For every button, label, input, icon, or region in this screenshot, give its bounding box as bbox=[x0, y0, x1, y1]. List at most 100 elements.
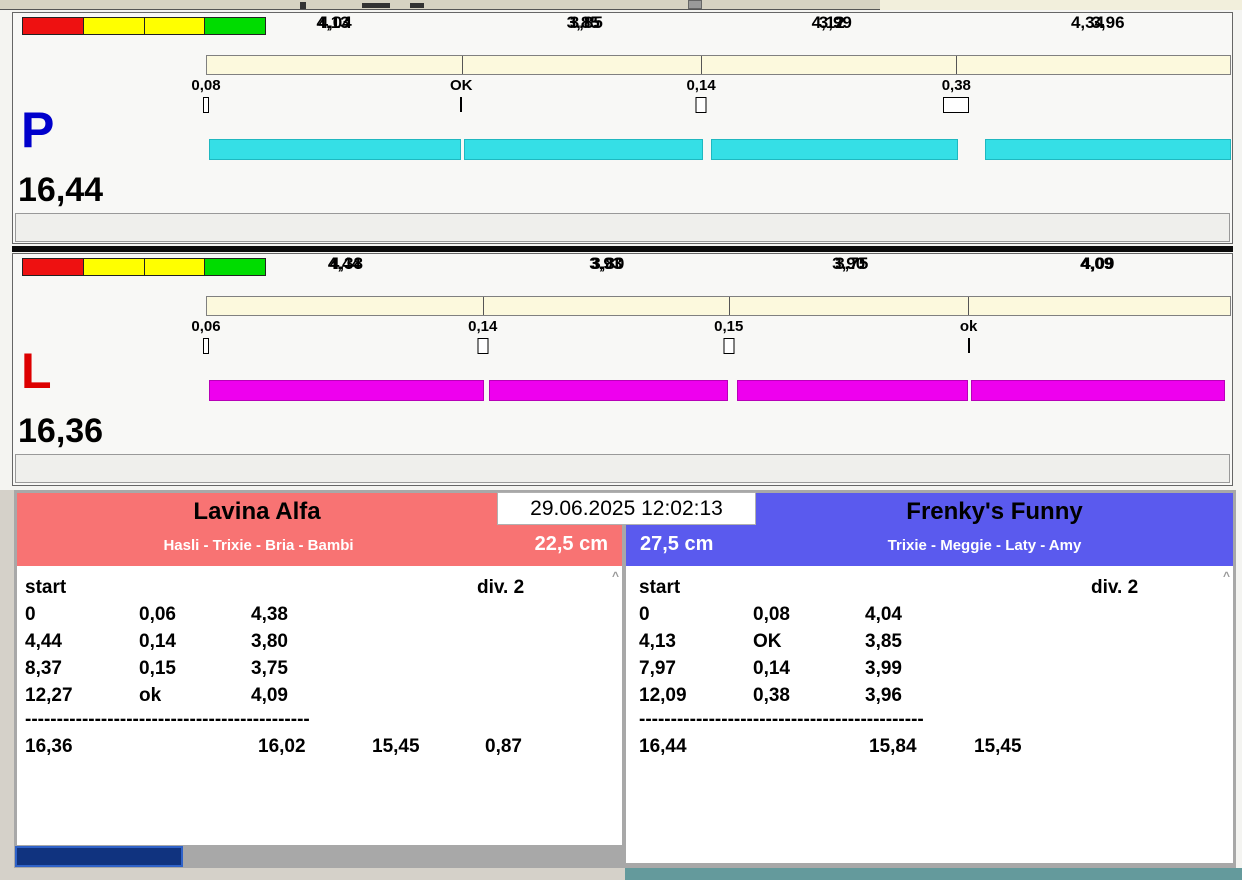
result-row: 7,97 0,14 3,99 bbox=[639, 655, 1229, 682]
team-left-panel: Lavina Alfa Hasli - Trixie - Bria - Bamb… bbox=[17, 493, 622, 845]
dog-time: 4,09 bbox=[251, 684, 288, 706]
taskbar-button-fragment[interactable] bbox=[15, 846, 183, 867]
dog-time-bar bbox=[488, 380, 728, 401]
dog-time-bar bbox=[711, 139, 959, 160]
lane-p-total-time: 16,44 bbox=[18, 171, 104, 209]
dog-time-bar bbox=[985, 139, 1231, 160]
traffic-light-yellow1-cell bbox=[82, 258, 145, 276]
change-time-label: 0,14 bbox=[686, 77, 716, 94]
dog-time-label: 3,99 bbox=[818, 13, 852, 32]
division-label: div. 2 bbox=[477, 576, 525, 598]
dog-time: 3,80 bbox=[251, 630, 288, 652]
dog-time-bar bbox=[464, 139, 704, 160]
lane-l-total-time: 16,36 bbox=[18, 412, 104, 450]
results-header-row: start div. 2 bbox=[25, 574, 618, 601]
team-results-area: Lavina Alfa Hasli - Trixie - Bria - Bamb… bbox=[14, 490, 1236, 868]
change-marker-box bbox=[943, 97, 970, 113]
background-button-fragment bbox=[688, 0, 702, 9]
lane-p-letter: P bbox=[21, 102, 55, 158]
cumulative-time: 4,13 bbox=[639, 630, 676, 652]
change-marker-line bbox=[460, 97, 463, 112]
dog-time-label: 3,80 bbox=[591, 254, 625, 273]
traffic-light-red-cell bbox=[22, 258, 84, 276]
bar-divider bbox=[461, 56, 463, 74]
result-row: 4,44 0,14 3,80 bbox=[25, 628, 618, 655]
change-time: 0,08 bbox=[753, 603, 790, 625]
change-time-label: 0,06 bbox=[191, 318, 221, 335]
bar-divider bbox=[701, 56, 703, 74]
dog-time-label: 3,96 bbox=[1091, 13, 1125, 32]
cumulative-time: 8,37 bbox=[25, 657, 62, 679]
team-right-results: start div. 2 0 0,08 4,04 4,13 OK 3,85 7,… bbox=[626, 566, 1233, 863]
diff-time: 0,87 bbox=[485, 735, 522, 757]
lane-p-bar-area: 4,13 3,85 4,12 4,34 0,08 OK 0,14 0,38 4,… bbox=[191, 13, 1231, 243]
traffic-light-red-cell bbox=[22, 17, 84, 35]
change-time: 0,15 bbox=[139, 657, 176, 679]
lane-l-panel: 4,44 3,93 3,90 4,09 0,06 0,14 0,15 ok 4,… bbox=[12, 253, 1233, 486]
team-left-members: Hasli - Trixie - Bria - Bambi bbox=[163, 537, 354, 554]
dog-time-label: 4,09 bbox=[1081, 254, 1115, 273]
change-marker-box bbox=[203, 97, 209, 113]
dog-time: 3,85 bbox=[865, 630, 902, 652]
team-right-panel: Frenky's Funny Trixie - Meggie - Laty - … bbox=[626, 493, 1233, 863]
change-time: 0,14 bbox=[753, 657, 790, 679]
change-marker-box bbox=[695, 97, 707, 113]
dog-time-label: 3,85 bbox=[566, 13, 600, 32]
lane-l-bar-area: 4,44 3,93 3,90 4,09 0,06 0,14 0,15 ok 4,… bbox=[191, 254, 1231, 485]
lane-separator-bar bbox=[12, 246, 1233, 252]
datetime-display: 29.06.2025 12:02:13 bbox=[497, 492, 756, 525]
bar-divider bbox=[728, 297, 730, 315]
change-time-label: ok bbox=[959, 318, 978, 335]
result-row: 0 0,06 4,38 bbox=[25, 601, 618, 628]
traffic-light-yellow1-cell bbox=[82, 17, 145, 35]
result-row: 12,09 0,38 3,96 bbox=[639, 682, 1229, 709]
totals-row: 16,36 16,02 15,45 0,87 bbox=[25, 733, 618, 760]
lane-p-empty-strip bbox=[15, 213, 1230, 242]
result-row: 0 0,08 4,04 bbox=[639, 601, 1229, 628]
lane-l-total-bar bbox=[206, 296, 1231, 316]
scroll-up-icon[interactable]: ^ bbox=[1223, 570, 1230, 582]
left-margin bbox=[0, 490, 14, 880]
dog-time-bar bbox=[209, 139, 462, 160]
dog-time: 3,96 bbox=[865, 684, 902, 706]
dog-time: 3,99 bbox=[865, 657, 902, 679]
dog-time-bar bbox=[970, 380, 1225, 401]
start-label: start bbox=[639, 576, 681, 598]
division-label: div. 2 bbox=[1091, 576, 1139, 598]
total-time: 16,44 bbox=[639, 735, 687, 757]
team-right-name: Frenky's Funny bbox=[906, 498, 1083, 525]
bottom-strip-right bbox=[625, 868, 1242, 880]
net-time: 15,84 bbox=[869, 735, 917, 757]
dog-time: 4,38 bbox=[251, 603, 288, 625]
change-time-label: 0,15 bbox=[714, 318, 744, 335]
dog-time: 4,04 bbox=[865, 603, 902, 625]
team-right-jump-height: 27,5 cm bbox=[640, 533, 714, 555]
result-row: 4,13 OK 3,85 bbox=[639, 628, 1229, 655]
change-time: 0,06 bbox=[139, 603, 176, 625]
change-marker-box bbox=[203, 338, 209, 354]
lane-p-total-bar bbox=[206, 55, 1231, 75]
background-window-strip bbox=[0, 0, 1242, 10]
net-time: 16,02 bbox=[258, 735, 306, 757]
team-left-results: start div. 2 0 0,06 4,38 4,44 0,14 3,80 … bbox=[17, 566, 622, 845]
results-header-row: start div. 2 bbox=[639, 574, 1229, 601]
change-marker-box bbox=[477, 338, 489, 354]
team-left-name: Lavina Alfa bbox=[193, 498, 321, 525]
cumulative-time: 7,97 bbox=[639, 657, 676, 679]
scroll-up-icon[interactable]: ^ bbox=[612, 570, 619, 582]
change-time: 0,14 bbox=[139, 630, 176, 652]
cumulative-time: 0 bbox=[25, 603, 36, 625]
result-row: 12,27 ok 4,09 bbox=[25, 682, 618, 709]
best-time: 15,45 bbox=[372, 735, 420, 757]
team-right-members: Trixie - Meggie - Laty - Amy bbox=[887, 537, 1082, 554]
team-left-jump-height: 22,5 cm bbox=[534, 533, 608, 555]
dog-time-label: 4,38 bbox=[329, 254, 363, 273]
cumulative-time: 0 bbox=[639, 603, 650, 625]
bottom-strip-left bbox=[0, 868, 625, 880]
traffic-light-yellow2-cell bbox=[143, 17, 206, 35]
cumulative-time: 12,27 bbox=[25, 684, 73, 706]
results-separator: ----------------------------------------… bbox=[639, 709, 924, 730]
background-text-fragment bbox=[300, 2, 306, 9]
lane-p-panel: 4,13 3,85 4,12 4,34 0,08 OK 0,14 0,38 4,… bbox=[12, 12, 1233, 244]
result-row: 8,37 0,15 3,75 bbox=[25, 655, 618, 682]
